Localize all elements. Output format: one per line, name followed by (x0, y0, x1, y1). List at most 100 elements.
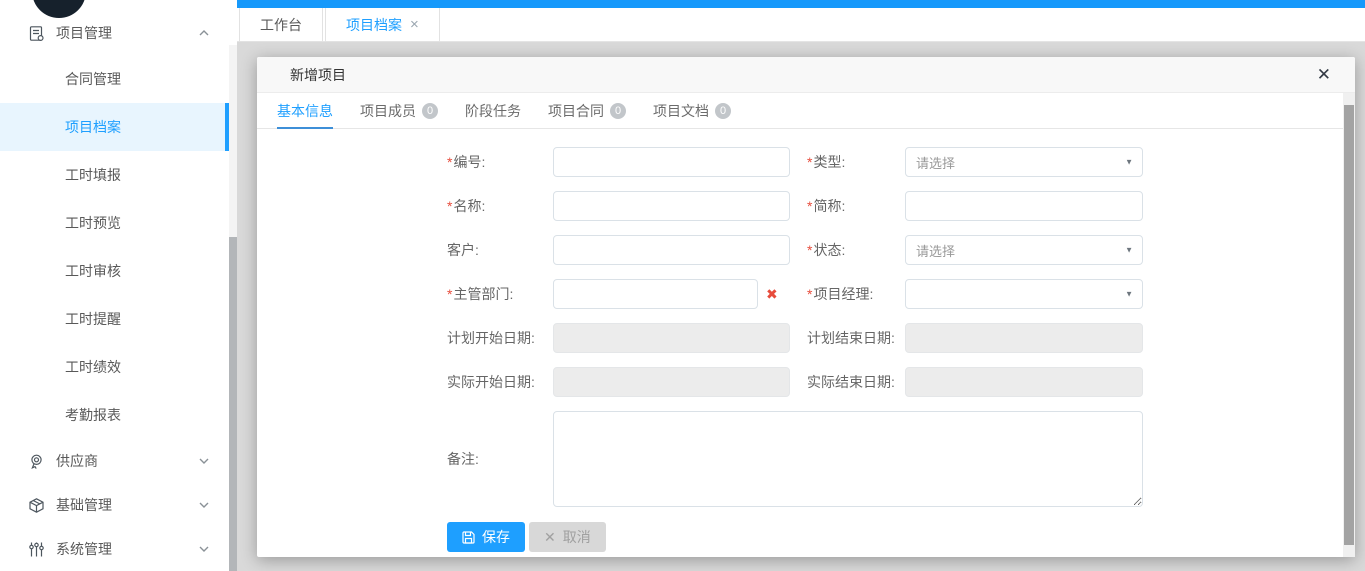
field-label: *项目经理: (807, 284, 905, 304)
select-placeholder: 请选择 (916, 153, 955, 172)
field-label: *简称: (807, 196, 905, 216)
code-input[interactable] (553, 147, 790, 177)
sidebar-item-timesheet-performance[interactable]: 工时绩效 (0, 343, 229, 391)
app-root: 项目管理 合同管理 项目档案 工时填报 工时预览 工时审核 工时提醒 工时绩效 … (0, 0, 1365, 571)
chevron-down-icon (199, 458, 209, 464)
sidebar-group-project-mgmt[interactable]: 项目管理 (0, 11, 229, 55)
content-area: 工作台 项目档案 × 新增项目 ✕ 基本信息 项目成员 (237, 0, 1365, 571)
required-mark: * (807, 286, 812, 302)
sidebar-group-supplier[interactable]: 供应商 (0, 439, 229, 483)
sidebar: 项目管理 合同管理 项目档案 工时填报 工时预览 工时审核 工时提醒 工时绩效 … (0, 0, 237, 571)
status-select[interactable]: 请选择 ▼ (905, 235, 1143, 265)
sidebar-item-timesheet-remind[interactable]: 工时提醒 (0, 295, 229, 343)
field-label: 客户: (447, 240, 553, 260)
actual-start-date-input (553, 367, 790, 397)
select-placeholder: 请选择 (916, 241, 955, 260)
dialog-body: *编号: *类型: 请选择 ▼ *名称: *简称: (257, 129, 1355, 571)
project-doc-icon (28, 25, 45, 42)
sidebar-group-base-mgmt[interactable]: 基础管理 (0, 483, 229, 527)
field-label: 计划开始日期: (447, 328, 553, 348)
sidebar-group-label: 供应商 (56, 451, 98, 471)
field-label: 计划结束日期: (807, 328, 905, 348)
tab-project-archive[interactable]: 项目档案 × (325, 8, 440, 42)
field-label: 实际结束日期: (807, 372, 905, 392)
form-row: *主管部门: ✖ *项目经理: ▼ (447, 279, 1355, 309)
type-select[interactable]: 请选择 ▼ (905, 147, 1143, 177)
planned-end-date-input (905, 323, 1143, 353)
tab-workbench[interactable]: 工作台 (239, 8, 323, 42)
short-name-input[interactable] (905, 191, 1143, 221)
dialog-tab-label: 项目文档 (653, 101, 709, 121)
dialog-tabbar: 基本信息 项目成员 0 阶段任务 项目合同 0 项目文档 (257, 93, 1355, 129)
form-row: 客户: *状态: 请选择 ▼ (447, 235, 1355, 265)
form-row: 实际开始日期: 实际结束日期: (447, 367, 1355, 397)
sidebar-group-label: 系统管理 (56, 539, 112, 559)
dialog-tab-basic-info[interactable]: 基本信息 (277, 93, 333, 128)
field-label: *状态: (807, 240, 905, 260)
required-mark: * (807, 198, 812, 214)
cancel-button[interactable]: ✕ 取消 (529, 522, 606, 552)
clear-icon[interactable]: ✖ (766, 286, 778, 303)
dialog-tab-stage-tasks[interactable]: 阶段任务 (465, 93, 521, 128)
sidebar-item-timesheet-fill[interactable]: 工时填报 (0, 151, 229, 199)
work-area-overlay: 新增项目 ✕ 基本信息 项目成员 0 阶段任务 项目合同 (237, 42, 1365, 571)
sidebar-item-contract-mgmt[interactable]: 合同管理 (0, 55, 229, 103)
count-badge: 0 (715, 103, 731, 119)
sliders-icon (28, 541, 45, 558)
sidebar-group-label: 基础管理 (56, 495, 112, 515)
tab-label: 项目档案 (346, 15, 402, 35)
field-label: *主管部门: (447, 284, 553, 304)
count-badge: 0 (422, 103, 438, 119)
sidebar-item-attendance-report[interactable]: 考勤报表 (0, 391, 229, 439)
tab-close-icon[interactable]: × (410, 16, 419, 33)
required-mark: * (807, 154, 812, 170)
customer-input[interactable] (553, 235, 790, 265)
name-input[interactable] (553, 191, 790, 221)
department-input[interactable] (553, 279, 758, 309)
cube-icon (28, 497, 45, 514)
sidebar-group-system-mgmt[interactable]: 系统管理 (0, 527, 229, 571)
form-row: *编号: *类型: 请选择 ▼ (447, 147, 1355, 177)
sidebar-item-timesheet-preview[interactable]: 工时预览 (0, 199, 229, 247)
required-mark: * (807, 242, 812, 258)
sidebar-scrollbar[interactable] (229, 45, 237, 571)
supplier-medal-icon (28, 453, 45, 470)
dialog-scrollbar-thumb[interactable] (1344, 105, 1354, 545)
dialog-title: 新增项目 (290, 67, 346, 83)
field-label: 备注: (447, 449, 553, 469)
field-label: 实际开始日期: (447, 372, 553, 392)
dialog-close-icon[interactable]: ✕ (1317, 57, 1331, 93)
sidebar-item-project-archive[interactable]: 项目档案 (0, 103, 229, 151)
dropdown-caret-icon: ▼ (1125, 158, 1133, 167)
save-button[interactable]: 保存 (447, 522, 525, 552)
dialog-scrollbar[interactable] (1343, 93, 1355, 557)
dropdown-caret-icon: ▼ (1125, 290, 1133, 299)
dialog-tab-documents[interactable]: 项目文档 0 (653, 93, 731, 128)
new-project-dialog: 新增项目 ✕ 基本信息 项目成员 0 阶段任务 项目合同 (257, 57, 1355, 557)
save-floppy-icon (462, 531, 475, 544)
actual-end-date-input (905, 367, 1143, 397)
dialog-tab-contracts[interactable]: 项目合同 0 (548, 93, 626, 128)
sidebar-item-timesheet-audit[interactable]: 工时审核 (0, 247, 229, 295)
form-row: 备注: (447, 411, 1355, 507)
form-row: 计划开始日期: 计划结束日期: (447, 323, 1355, 353)
field-label: *编号: (447, 152, 553, 172)
planned-start-date-input (553, 323, 790, 353)
dialog-header: 新增项目 ✕ (257, 57, 1355, 93)
dialog-tab-label: 项目成员 (360, 101, 416, 121)
dialog-tab-members[interactable]: 项目成员 0 (360, 93, 438, 128)
required-mark: * (447, 154, 452, 170)
required-mark: * (447, 198, 452, 214)
form-row: *名称: *简称: (447, 191, 1355, 221)
remark-textarea[interactable] (553, 411, 1143, 507)
dialog-tab-label: 项目合同 (548, 101, 604, 121)
dialog-actions: 保存 ✕ 取消 (447, 522, 1355, 552)
sidebar-scrollbar-thumb[interactable] (229, 237, 237, 571)
dropdown-caret-icon: ▼ (1125, 246, 1133, 255)
field-label: *类型: (807, 152, 905, 172)
chevron-down-icon (199, 546, 209, 552)
workspace-tabbar: 工作台 项目档案 × (237, 8, 1365, 42)
project-manager-select[interactable]: ▼ (905, 279, 1143, 309)
dialog-tab-label: 阶段任务 (465, 101, 521, 121)
chevron-up-icon (199, 30, 209, 36)
